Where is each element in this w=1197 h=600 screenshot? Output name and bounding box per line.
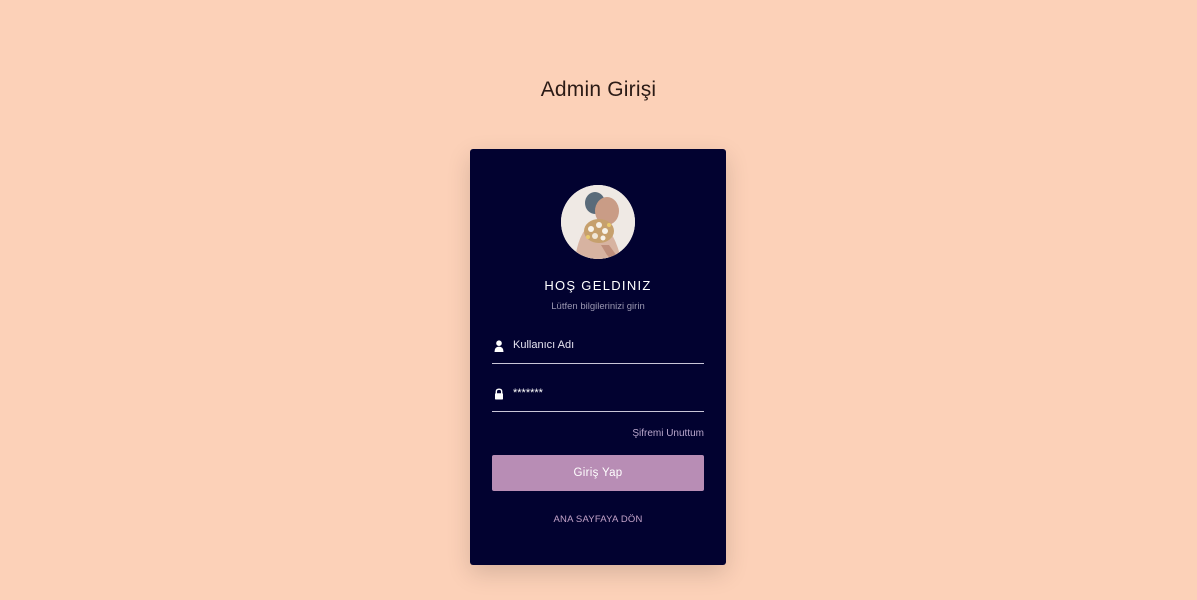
page-title: Admin Girişi — [540, 78, 657, 101]
username-input[interactable] — [513, 335, 698, 355]
welcome-heading: HOŞ GELDINIZ — [544, 278, 652, 293]
password-input[interactable] — [513, 383, 698, 403]
avatar-image — [561, 185, 635, 259]
login-page: Admin Girişi HOŞ GELDINIZ Lütfen bilgile… — [0, 0, 1197, 600]
avatar — [561, 185, 635, 259]
user-icon — [494, 339, 504, 352]
password-field — [492, 381, 704, 412]
forgot-password-link[interactable]: Şifremi Unuttum — [632, 428, 704, 439]
login-button[interactable]: Giriş Yap — [492, 455, 704, 491]
login-card: HOŞ GELDINIZ Lütfen bilgilerinizi girin … — [470, 149, 726, 565]
back-to-home-link[interactable]: ANA SAYFAYA DÖN — [470, 514, 726, 525]
welcome-subtitle: Lütfen bilgilerinizi girin — [551, 301, 645, 312]
username-field — [492, 333, 704, 364]
lock-icon — [494, 387, 504, 400]
